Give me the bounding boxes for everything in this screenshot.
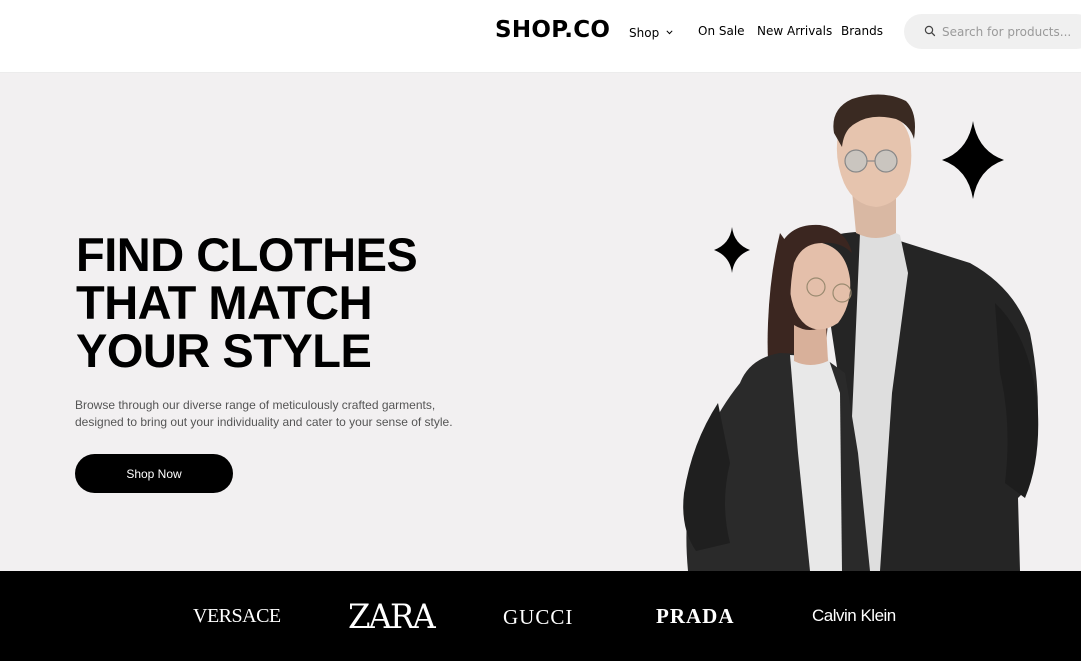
hero-image [670,73,1081,571]
hero-section: FIND CLOTHES THAT MATCH YOUR STYLE Brows… [0,73,1081,571]
woman-figure [683,224,870,571]
hero-title-line: THAT MATCH [76,276,373,329]
search-bar[interactable] [904,14,1081,49]
hero-subtitle-line: designed to bring out your individuality… [75,414,453,429]
hero-title-line: FIND CLOTHES [76,228,418,281]
brand-logo-prada: PRADA [656,604,735,628]
hero-subtitle: Browse through our diverse range of meti… [75,397,475,430]
nav-brands[interactable]: Brands [841,24,883,38]
sparkle-icon [714,227,750,273]
sparkle-icon [942,121,1004,199]
nav-shop-label: Shop [629,26,660,40]
hero-title-line: YOUR STYLE [76,324,372,377]
nav-new-arrivals[interactable]: New Arrivals [757,24,832,38]
brand-logo-versace: VERSACE [193,605,281,627]
search-input[interactable] [942,22,1081,42]
brand-logo-zara: ZARA [348,597,436,637]
hero-subtitle-line: Browse through our diverse range of meti… [75,398,436,412]
nav-on-sale[interactable]: On Sale [698,24,745,38]
nav-shop[interactable]: Shop [629,24,673,40]
shop-now-button[interactable]: Shop Now [75,454,233,493]
site-logo[interactable]: SHOP.CO [495,17,610,43]
brands-bar: VERSACE ZARA GUCCI PRADA Calvin Klein [0,571,1081,661]
site-header: SHOP.CO Shop On Sale New Arrivals Brands [0,0,1081,73]
search-icon [924,25,937,38]
chevron-down-icon [666,24,673,38]
hero-title: FIND CLOTHES THAT MATCH YOUR STYLE [76,228,418,377]
brand-logo-gucci: GUCCI [503,605,574,629]
brand-logo-calvin-klein: Calvin Klein [812,606,896,625]
